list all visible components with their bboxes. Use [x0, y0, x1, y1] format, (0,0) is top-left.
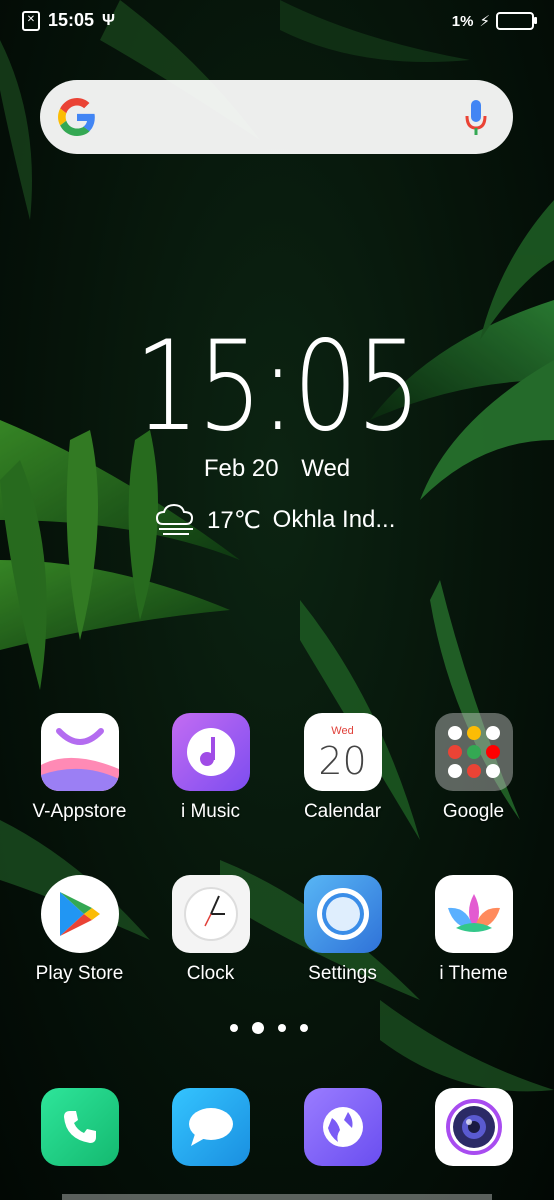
dock-messages[interactable] [145, 1088, 276, 1166]
camera-icon [434, 1088, 513, 1166]
calendar-icon: Wed 20 [303, 713, 382, 791]
day-text: Wed [301, 455, 351, 482]
browser-icon [303, 1088, 382, 1166]
app-label: i Music [180, 801, 241, 822]
messages-icon [171, 1088, 250, 1166]
usb-icon: Ψ [102, 11, 115, 29]
app-google-folder[interactable]: Google [408, 713, 539, 823]
app-label: i Theme [439, 963, 508, 984]
google-g-icon [58, 98, 95, 136]
wallpaper [0, 0, 554, 1092]
charging-icon: ⚡ [479, 13, 490, 30]
app-settings[interactable]: Settings [277, 875, 408, 985]
cloudy-weather-icon [155, 503, 194, 535]
google-search-bar[interactable] [40, 80, 513, 154]
settings-icon [303, 875, 382, 953]
music-icon [171, 713, 250, 791]
clock-icon [171, 875, 250, 953]
mic-icon[interactable] [463, 98, 489, 138]
google-folder-icon [434, 713, 513, 791]
app-label: Play Store [35, 963, 124, 984]
clock-widget-date: Feb 20 Wed [0, 455, 554, 483]
calendar-day-number: 20 [318, 739, 367, 783]
dock-browser[interactable] [277, 1088, 408, 1166]
app-v-appstore[interactable]: V-Appstore [14, 713, 145, 823]
status-bar: ✕ 15:05 Ψ 1% ⚡ [0, 0, 554, 44]
page-indicator[interactable] [230, 1022, 308, 1034]
app-calendar[interactable]: Wed 20 Calendar [277, 713, 408, 823]
app-i-theme[interactable]: i Theme [408, 875, 539, 985]
app-label: V-Appstore [32, 801, 127, 822]
gesture-bar[interactable] [62, 1194, 492, 1200]
location: Okhla Ind... [272, 506, 396, 533]
app-i-music[interactable]: i Music [145, 713, 276, 823]
notification-icon: ✕ [22, 10, 40, 31]
theme-icon [434, 875, 513, 953]
app-play-store[interactable]: Play Store [14, 875, 145, 985]
date-text: Feb 20 [203, 455, 279, 482]
app-label: Clock [186, 963, 235, 984]
app-label: Calendar [303, 801, 382, 822]
play-store-icon [40, 875, 119, 953]
temperature: 17℃ [207, 506, 261, 534]
phone-icon [40, 1088, 119, 1166]
appstore-icon [40, 713, 119, 791]
app-clock[interactable]: Clock [145, 875, 276, 985]
dock-phone[interactable] [14, 1088, 145, 1166]
dock-camera[interactable] [408, 1088, 539, 1166]
page-dot-current[interactable] [252, 1022, 264, 1034]
page-dot[interactable] [278, 1024, 286, 1032]
calendar-day-label: Wed [331, 725, 354, 737]
battery-icon [496, 12, 537, 30]
battery-percent: 1% [451, 12, 474, 30]
page-dot[interactable] [300, 1024, 308, 1032]
status-time: 15:05 [48, 10, 95, 30]
page-dot[interactable] [230, 1024, 238, 1032]
clock-widget-time[interactable]: 15:05 [50, 325, 504, 449]
weather-widget[interactable]: 17℃ Okhla Ind... [155, 502, 395, 538]
app-label: Settings [308, 963, 377, 984]
app-label: Google [442, 801, 505, 822]
